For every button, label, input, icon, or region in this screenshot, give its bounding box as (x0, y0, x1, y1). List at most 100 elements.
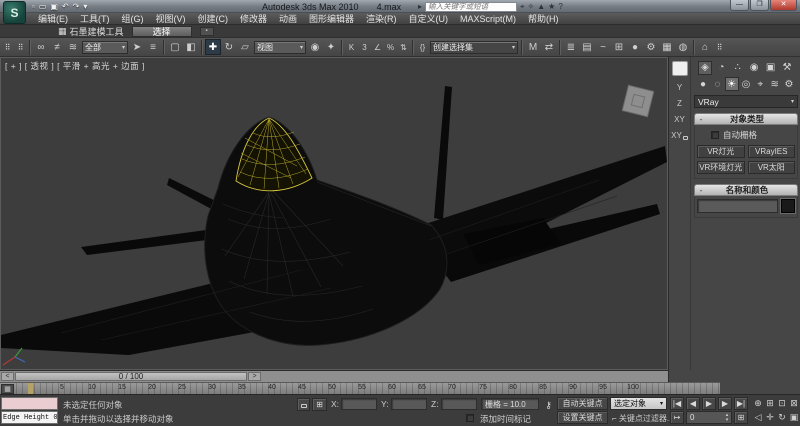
next-frame-button[interactable]: > (248, 372, 261, 381)
autogrid-checkbox[interactable] (711, 131, 719, 139)
maximize-viewport-icon[interactable]: ▣ (788, 411, 800, 424)
select-by-name-icon[interactable]: ≡ (145, 39, 161, 55)
vraylight-button[interactable]: VR灯光 (697, 145, 745, 158)
auto-key-button[interactable]: 自动关键点 (557, 397, 608, 410)
layer-manager-icon[interactable]: ≣ (563, 39, 579, 55)
menu-customize[interactable]: 自定义(U) (403, 12, 455, 25)
save-file-icon[interactable]: ▣ (50, 2, 58, 11)
undo-icon[interactable]: ↶ (62, 2, 69, 11)
tab-helpers[interactable]: ⌖ (753, 77, 767, 91)
use-pivot-center-icon[interactable]: ◉ (307, 39, 323, 55)
help-icon[interactable]: ? (558, 2, 562, 11)
select-object-icon[interactable]: ➤ (129, 39, 145, 55)
keyboard-override-icon[interactable]: K (345, 39, 358, 55)
tab-hierarchy[interactable]: ∴ (731, 61, 745, 75)
spinner-down-icon[interactable]: ▾ (726, 418, 729, 423)
aircraft-model[interactable] (1, 86, 667, 355)
infocenter-expand-icon[interactable]: ▸ (418, 2, 422, 11)
zoom-extents-icon[interactable]: ⊡ (776, 397, 788, 410)
tab-utilities[interactable]: ⚒ (780, 61, 794, 75)
reference-coordinate-dropdown[interactable]: 视图▾ (254, 41, 306, 54)
open-file-icon[interactable]: ▭ (39, 2, 47, 11)
play-button[interactable]: ▶ (702, 397, 716, 410)
render-setup-icon[interactable]: ⚙ (643, 39, 659, 55)
field-of-view-icon[interactable]: ◁ (752, 411, 764, 424)
object-type-rollout-header[interactable]: - 对象类型 (694, 113, 798, 125)
select-and-manipulate-icon[interactable]: ✦ (323, 39, 339, 55)
light-category-dropdown[interactable]: VRay ▾ (694, 95, 798, 108)
select-and-rotate-icon[interactable]: ↻ (221, 39, 237, 55)
maxscript-macro-recorder[interactable] (1, 397, 58, 410)
absolute-mode-icon[interactable]: ⊞ (312, 398, 327, 411)
menu-modifiers[interactable]: 修改器 (234, 12, 273, 25)
previous-key-button[interactable]: ◀ (686, 397, 700, 410)
scene-cube-object[interactable] (622, 85, 654, 117)
qat-more-icon[interactable]: ▾ (83, 2, 87, 11)
time-tag-label[interactable]: 添加时间标记 (480, 413, 531, 425)
go-to-start-button[interactable]: |◀ (670, 397, 684, 410)
vraysun-button[interactable]: VR太阳 (748, 161, 796, 174)
menu-views[interactable]: 视图(V) (150, 12, 192, 25)
lighting-analysis-icon[interactable]: ⌂ (697, 39, 713, 55)
menu-group[interactable]: 组(G) (116, 12, 150, 25)
x-coordinate-field[interactable] (341, 398, 377, 410)
selection-tab-button[interactable]: 选择 (132, 26, 192, 37)
axis-z-constraint-button[interactable]: Z (677, 99, 682, 108)
next-key-button[interactable]: ▶ (718, 397, 732, 410)
percent-snap-icon[interactable]: % (384, 39, 397, 55)
maximize-button[interactable]: ❐ (750, 0, 769, 11)
axis-xy-constraint-button[interactable]: XY (674, 115, 685, 124)
3dsmax-logo[interactable]: S (3, 1, 26, 24)
new-file-icon[interactable]: ▫ (32, 2, 35, 11)
y-input[interactable] (392, 400, 426, 410)
tab-create[interactable]: ◈ (698, 61, 712, 75)
z-coordinate-field[interactable] (441, 398, 477, 410)
viewport-label[interactable]: [ + ] [ 透视 ] [ 平滑 + 高光 + 边面 ] (5, 60, 145, 72)
zoom-all-icon[interactable]: ⊞ (764, 397, 776, 410)
track-bar[interactable]: ▦ 5 10 15 20 25 30 35 40 45 50 55 60 65 … (0, 382, 720, 394)
tab-cameras[interactable]: ◎ (739, 77, 753, 91)
zoom-icon[interactable]: ⊕ (752, 397, 764, 410)
key-mode-toggle-button[interactable]: ↦ (670, 411, 684, 424)
edit-named-sets-icon[interactable]: {} (416, 39, 429, 55)
unlink-selection-icon[interactable]: ≠ (49, 39, 65, 55)
selection-filter-dropdown[interactable]: 全部▾ (82, 41, 128, 54)
tab-shapes[interactable]: ◌ (710, 77, 724, 91)
selection-lock-icon[interactable] (297, 398, 310, 411)
angle-snap-icon[interactable]: ∠ (371, 39, 384, 55)
pan-icon[interactable]: ✛ (764, 411, 776, 424)
rendered-frame-icon[interactable]: ▦ (659, 39, 675, 55)
object-color-swatch[interactable] (781, 199, 795, 213)
spinner-snap-icon[interactable]: ⇅ (397, 39, 410, 55)
z-input[interactable] (442, 400, 476, 410)
tab-motion[interactable]: ◉ (747, 61, 761, 75)
tab-systems[interactable]: ⚙ (782, 77, 796, 91)
named-selection-sets-dropdown[interactable]: 创建选择集▾ (430, 41, 518, 54)
toolbar-grip-icon-2[interactable]: ⠿ (14, 39, 27, 55)
menu-graph-editors[interactable]: 图形编辑器 (303, 12, 360, 25)
time-slider-handle[interactable]: 0 / 100 (15, 372, 247, 381)
graphite-ribbon-toggle-icon[interactable]: ▤ (579, 39, 595, 55)
selection-set-dropdown[interactable]: 选定对象 ▾ (610, 397, 667, 410)
window-crossing-icon[interactable]: ◧ (183, 39, 199, 55)
subscription-icon[interactable]: ✧ (528, 2, 535, 11)
mirror-icon[interactable]: M (525, 39, 541, 55)
select-and-scale-icon[interactable]: ▱ (237, 39, 253, 55)
axis-x-constraint-button[interactable] (672, 61, 688, 76)
go-to-end-button[interactable]: ▶| (734, 397, 748, 410)
close-button[interactable]: ✕ (770, 0, 797, 11)
rectangular-region-icon[interactable]: ▢ (167, 39, 183, 55)
menu-animation[interactable]: 动画 (273, 12, 303, 25)
zoom-extents-all-icon[interactable]: ⊠ (788, 397, 800, 410)
menu-rendering[interactable]: 渲染(R) (360, 12, 403, 25)
maxscript-mini-listener[interactable]: Edge Height 0.1 (1, 411, 58, 424)
tab-modify[interactable]: ◔ (714, 61, 728, 75)
time-configuration-button[interactable]: ⊞ (734, 411, 748, 424)
search-input[interactable] (425, 2, 517, 12)
graphite-tools-button[interactable]: ▦ 石墨建模工具 (58, 25, 124, 38)
toolbar-extra-icon[interactable]: ⠿ (713, 39, 726, 55)
arc-rotate-icon[interactable]: ↻ (776, 411, 788, 424)
mini-curve-editor-button[interactable]: ▦ (1, 384, 14, 394)
material-editor-icon[interactable]: ● (627, 39, 643, 55)
name-color-rollout-header[interactable]: - 名称和颜色 (694, 184, 798, 196)
